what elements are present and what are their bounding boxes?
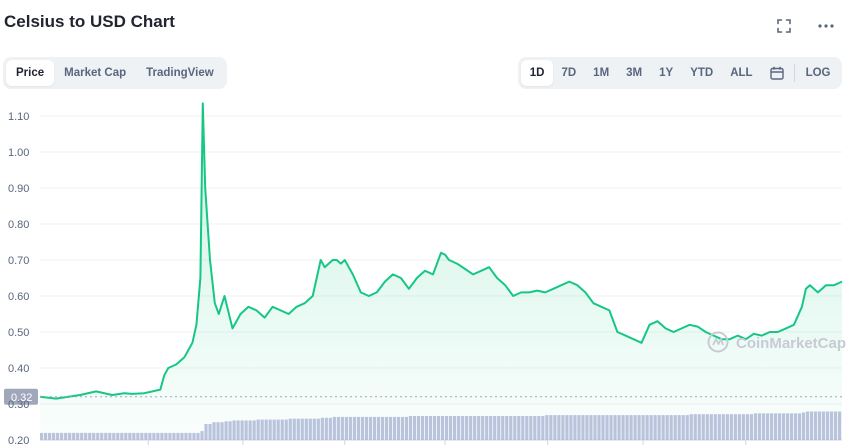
page-title: Celsius to USD Chart [4, 12, 175, 31]
y-tick-label: 0.20 [8, 435, 29, 447]
tab-price[interactable]: Price [6, 60, 55, 86]
time-range-tabs: 1D 7D 1M 3M 1Y YTD ALL LOG [518, 57, 842, 89]
y-tick-label: 1.00 [8, 147, 29, 159]
range-3m[interactable]: 3M [618, 60, 651, 86]
range-1m[interactable]: 1M [585, 60, 618, 86]
y-tick-label: 1.10 [8, 111, 29, 123]
calendar-icon[interactable] [761, 60, 792, 86]
range-all[interactable]: ALL [722, 60, 761, 86]
y-tick-label: 0.70 [8, 255, 29, 267]
chart-actions [774, 16, 836, 36]
chart-type-tabs: Price Market Cap TradingView [3, 57, 227, 89]
more-icon[interactable] [816, 16, 836, 36]
y-tick-label: 0.40 [8, 363, 29, 375]
fullscreen-icon[interactable] [774, 16, 794, 36]
range-7d[interactable]: 7D [553, 60, 585, 86]
price-chart-svg: 0.32 0.200.300.400.500.600.700.800.901.0… [4, 102, 846, 447]
y-tick-label: 0.60 [8, 291, 29, 303]
log-scale-toggle[interactable]: LOG [797, 60, 839, 86]
price-chart: 0.32 0.20 0.30 0.40 0.50 0.60 0.70 0.80 0.90 1.0… [0, 94, 850, 447]
y-tick-label: 0.30 [8, 399, 29, 411]
range-1d[interactable]: 1D [521, 60, 553, 86]
watermark-text: CoinMarketCap [736, 335, 846, 352]
tab-market-cap[interactable]: Market Cap [54, 60, 136, 86]
y-tick-label: 0.80 [8, 219, 29, 231]
tab-tradingview[interactable]: TradingView [136, 60, 224, 86]
range-1y[interactable]: 1Y [651, 60, 682, 86]
y-tick-label: 0.90 [8, 183, 29, 195]
range-ytd[interactable]: YTD [682, 60, 722, 86]
toolbar-divider [794, 64, 796, 82]
y-tick-label: 0.50 [8, 327, 29, 339]
